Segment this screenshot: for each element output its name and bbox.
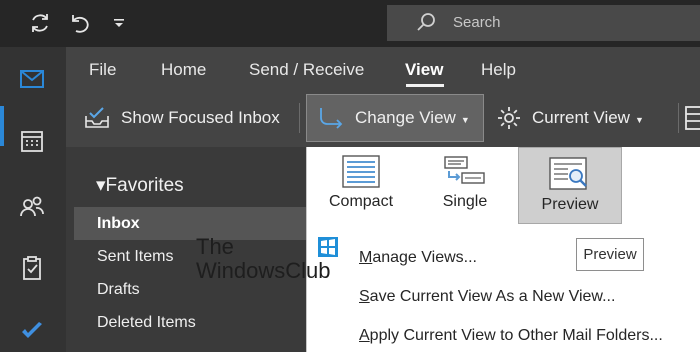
favorites-header[interactable]: ▾Favorites (96, 174, 184, 197)
show-focused-inbox-label: Show Focused Inbox (121, 108, 280, 127)
folder-item-inbox[interactable]: Inbox (74, 207, 306, 240)
sync-icon[interactable] (27, 10, 53, 36)
ribbon-separator (678, 103, 679, 133)
manage-views-item[interactable]: Manage Views... (359, 249, 477, 267)
gear-icon (498, 107, 520, 129)
undo-icon[interactable] (66, 10, 92, 36)
folder-item-deleted-items[interactable]: Deleted Items (74, 306, 306, 339)
save-current-view-item[interactable]: Save Current View As a New View... (359, 288, 615, 306)
view-option-compact[interactable]: Compact (321, 151, 401, 223)
active-indicator (0, 106, 4, 146)
tasks-icon[interactable] (16, 252, 48, 284)
tab-send-receive[interactable]: Send / Receive (249, 60, 364, 80)
change-view-label: Change View (355, 108, 456, 127)
chevron-down-icon: ▼ (460, 114, 470, 125)
people-icon[interactable] (16, 191, 48, 223)
search-box[interactable]: Search (387, 5, 700, 41)
compact-view-icon (342, 155, 380, 188)
tab-view[interactable]: View (405, 60, 443, 80)
chevron-down-icon: ▼ (634, 114, 644, 125)
preview-tooltip: Preview (576, 238, 644, 271)
tab-help[interactable]: Help (481, 60, 516, 80)
view-option-single[interactable]: Single (425, 151, 505, 223)
active-tab-underline (406, 84, 444, 87)
calendar-icon[interactable] (16, 125, 48, 157)
current-view-label: Current View (532, 108, 630, 127)
apply-current-view-item[interactable]: Apply Current View to Other Mail Folders… (359, 327, 663, 345)
layout-icon[interactable] (684, 105, 700, 136)
watermark-line-1: The (196, 234, 234, 259)
mail-icon[interactable] (16, 63, 48, 95)
search-placeholder: Search (453, 14, 501, 31)
ribbon-separator (299, 103, 300, 133)
focused-inbox-icon (85, 107, 109, 128)
show-focused-inbox-button[interactable]: Show Focused Inbox (66, 94, 298, 142)
single-view-icon (444, 156, 485, 184)
change-view-button[interactable]: Change View ▼ (306, 94, 484, 142)
title-bar: Search (0, 0, 700, 47)
watermark-logo-icon (318, 237, 338, 257)
tab-home[interactable]: Home (161, 60, 206, 80)
search-icon (415, 12, 437, 39)
watermark-line-2: WindowsClub (196, 258, 331, 283)
customize-quick-access-icon[interactable] (106, 10, 132, 36)
collapse-chevron-icon: ▾ (96, 175, 106, 196)
tab-file[interactable]: File (89, 60, 116, 80)
current-view-button[interactable]: Current View ▼ (494, 94, 690, 142)
navigation-rail (0, 47, 66, 352)
ribbon: File Home Send / Receive View Help Show … (66, 47, 700, 147)
change-view-icon (320, 108, 343, 129)
todo-icon[interactable] (16, 315, 48, 347)
folder-pane: ▾Favorites Inbox Sent Items Drafts Delet… (66, 147, 306, 352)
view-option-preview[interactable]: Preview (518, 147, 622, 224)
preview-view-icon (549, 157, 587, 190)
